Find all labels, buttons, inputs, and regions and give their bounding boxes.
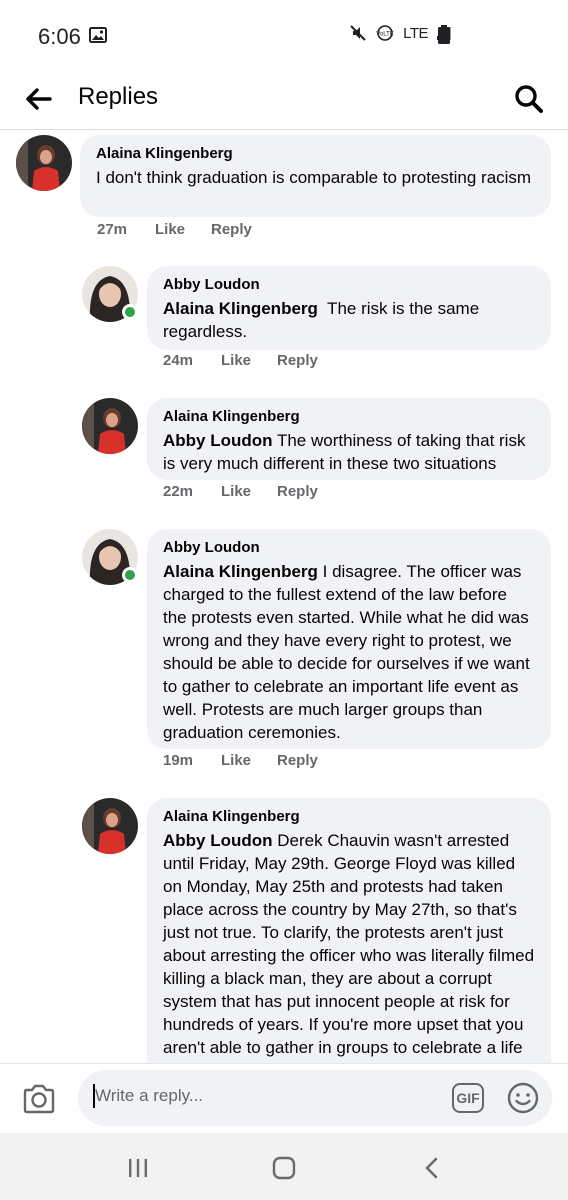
volte-icon: VoLTE bbox=[376, 25, 394, 41]
home-button[interactable] bbox=[266, 1153, 302, 1183]
comment-actions: 27m Like Reply bbox=[97, 221, 252, 238]
page-title: Replies bbox=[78, 83, 159, 110]
reply-button[interactable]: Reply bbox=[211, 221, 252, 238]
comment-bubble[interactable]: Alaina Klingenberg I don't think graduat… bbox=[80, 135, 551, 217]
comment-bubble[interactable]: Alaina Klingenberg Abby Loudon The worth… bbox=[147, 398, 551, 480]
comment-author[interactable]: Alaina Klingenberg bbox=[96, 145, 535, 162]
reply-placeholder: Write a reply... bbox=[95, 1086, 204, 1105]
online-status-indicator bbox=[122, 304, 138, 320]
comment-actions: 19m Like Reply bbox=[163, 752, 318, 769]
reply-button[interactable]: Reply bbox=[277, 352, 318, 369]
comment-body: I disagree. The officer was charged to t… bbox=[163, 562, 530, 742]
back-chevron-icon bbox=[425, 1157, 438, 1179]
avatar-alaina[interactable] bbox=[82, 398, 138, 454]
like-button[interactable]: Like bbox=[221, 752, 277, 769]
comment-text: I don't think graduation is comparable t… bbox=[96, 166, 535, 189]
comment-author[interactable]: Abby Loudon bbox=[163, 276, 535, 293]
reply-button[interactable]: Reply bbox=[277, 752, 318, 769]
comment-text: Alaina Klingenberg I disagree. The offic… bbox=[163, 560, 535, 744]
like-button[interactable]: Like bbox=[155, 221, 211, 238]
comment-time: 27m bbox=[97, 221, 128, 238]
comment-text: Abby Loudon Derek Chauvin wasn't arreste… bbox=[163, 829, 535, 1063]
comment-bubble[interactable]: Alaina Klingenberg Abby Loudon Derek Cha… bbox=[147, 798, 551, 1063]
battery-icon bbox=[438, 25, 450, 44]
replies-thread[interactable]: Alaina Klingenberg I don't think graduat… bbox=[0, 131, 568, 1063]
comment-mention[interactable]: Abby Loudon bbox=[163, 431, 273, 450]
profile-photo-icon bbox=[82, 398, 138, 454]
camera-button[interactable] bbox=[20, 1082, 58, 1116]
comment-actions: 24m Like Reply bbox=[163, 352, 318, 369]
comment-author[interactable]: Alaina Klingenberg bbox=[163, 808, 535, 825]
home-icon bbox=[272, 1156, 296, 1180]
profile-photo-icon bbox=[82, 798, 138, 854]
status-bar: 6:06 VoLTE LTE bbox=[0, 0, 568, 72]
back-arrow-icon bbox=[26, 88, 52, 110]
reply-composer: Write a reply... GIF bbox=[0, 1063, 568, 1133]
svg-text:VoLTE: VoLTE bbox=[376, 32, 394, 38]
comment-time: 19m bbox=[163, 752, 194, 769]
search-icon bbox=[515, 85, 543, 113]
back-button[interactable] bbox=[22, 82, 56, 116]
comment-time: 24m bbox=[163, 352, 194, 369]
comment-mention[interactable]: Alaina Klingenberg bbox=[163, 562, 318, 581]
comment-mention[interactable]: Alaina Klingenberg bbox=[163, 299, 318, 318]
app-bar: Replies bbox=[0, 72, 568, 130]
back-nav-button[interactable] bbox=[414, 1153, 450, 1183]
profile-photo-icon bbox=[16, 135, 72, 191]
system-navigation-bar bbox=[0, 1133, 568, 1200]
search-button[interactable] bbox=[510, 80, 548, 118]
like-button[interactable]: Like bbox=[221, 352, 277, 369]
comment-body: I don't think graduation is comparable t… bbox=[96, 168, 532, 187]
recent-apps-icon bbox=[129, 1159, 147, 1177]
comment-text: Alaina Klingenberg The risk is the same … bbox=[163, 297, 535, 343]
emoji-icon bbox=[507, 1082, 539, 1114]
comment-text: Abby Loudon The worthiness of taking tha… bbox=[163, 429, 535, 475]
gif-button[interactable]: GIF bbox=[452, 1083, 484, 1113]
reply-button[interactable]: Reply bbox=[277, 483, 318, 500]
like-button[interactable]: Like bbox=[221, 483, 277, 500]
image-icon bbox=[89, 27, 107, 43]
emoji-button[interactable] bbox=[506, 1081, 540, 1115]
comment-actions: 22m Like Reply bbox=[163, 483, 318, 500]
comment-bubble[interactable]: Abby Loudon Alaina Klingenberg I disagre… bbox=[147, 529, 551, 749]
comment-bubble[interactable]: Abby Loudon Alaina Klingenberg The risk … bbox=[147, 266, 551, 350]
comment-time: 22m bbox=[163, 483, 194, 500]
comment-mention[interactable]: Abby Loudon bbox=[163, 831, 273, 850]
avatar-alaina[interactable] bbox=[82, 798, 138, 854]
camera-icon bbox=[23, 1084, 55, 1114]
network-type: LTE bbox=[403, 24, 428, 42]
avatar-alaina[interactable] bbox=[16, 135, 72, 191]
comment-author[interactable]: Alaina Klingenberg bbox=[163, 408, 535, 425]
comment-author[interactable]: Abby Loudon bbox=[163, 539, 535, 556]
mute-icon bbox=[350, 25, 366, 41]
comment-body: Derek Chauvin wasn't arrested until Frid… bbox=[163, 831, 535, 1063]
recent-apps-button[interactable] bbox=[120, 1153, 156, 1183]
online-status-indicator bbox=[122, 567, 138, 583]
status-time: 6:06 bbox=[38, 24, 81, 49]
